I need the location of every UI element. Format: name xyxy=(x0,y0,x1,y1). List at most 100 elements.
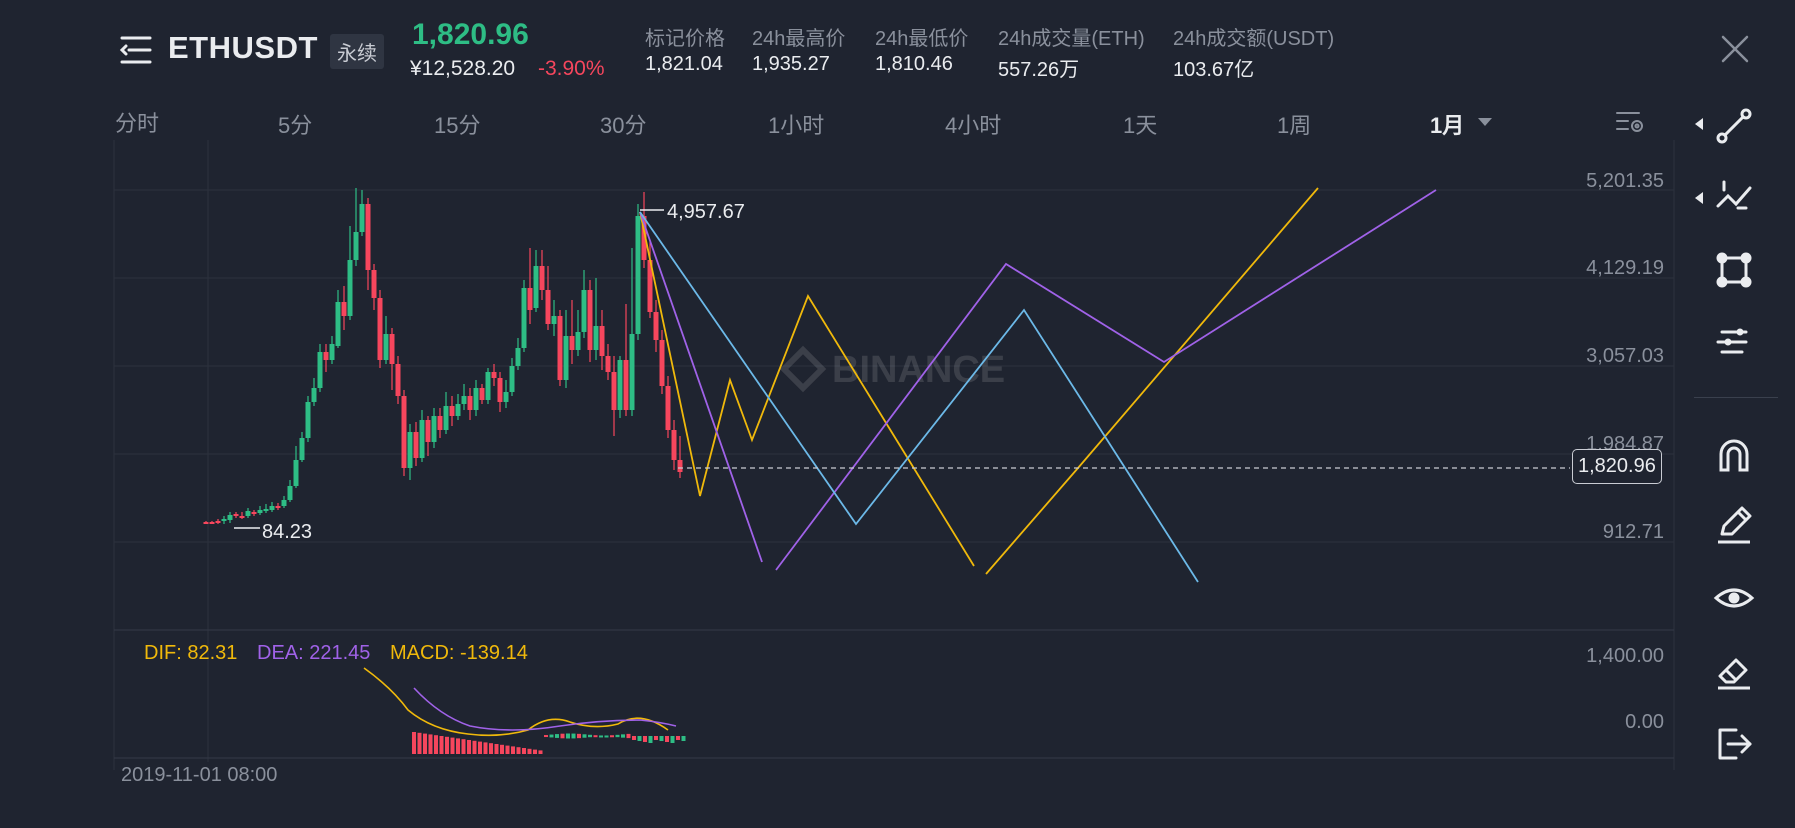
fib-tool-icon[interactable] xyxy=(1712,176,1756,220)
dif-label: DIF: 82.31 xyxy=(144,642,238,664)
low-marker: 84.23 xyxy=(234,521,312,543)
candle xyxy=(593,278,599,360)
macd-bar xyxy=(626,733,631,739)
macd-bar xyxy=(582,734,587,738)
chevron-down-icon[interactable] xyxy=(1478,118,1492,126)
macd-bar xyxy=(599,735,603,738)
candle xyxy=(533,250,539,312)
candle xyxy=(365,198,371,290)
candle xyxy=(521,280,527,352)
candle xyxy=(317,344,323,392)
candle xyxy=(227,512,233,523)
candle xyxy=(629,248,635,416)
macd-bar xyxy=(648,736,653,743)
tab-timeline[interactable]: 分时 xyxy=(115,106,159,138)
macd-y-label: 0.00 xyxy=(1625,711,1664,733)
candle xyxy=(575,310,581,356)
candle xyxy=(467,388,473,420)
drawn-line xyxy=(639,211,763,563)
eraser-icon[interactable] xyxy=(1712,648,1756,692)
candle xyxy=(341,286,347,330)
candle xyxy=(383,316,389,364)
macd-bar xyxy=(577,733,581,739)
candle xyxy=(443,392,449,434)
chart-settings-icon[interactable] xyxy=(1615,109,1645,135)
candle xyxy=(251,510,257,516)
candle xyxy=(359,190,365,236)
menu-icon[interactable] xyxy=(118,33,154,67)
candle xyxy=(587,280,593,362)
candle xyxy=(311,378,317,406)
macd-bar xyxy=(632,736,636,740)
close-icon[interactable] xyxy=(1718,32,1752,66)
turnover-24h-value: 103.67亿 xyxy=(1173,59,1255,81)
macd-bar xyxy=(681,736,686,741)
y-axis-label: 3,057.03 xyxy=(1586,345,1664,367)
candlesticks xyxy=(203,188,683,524)
candle xyxy=(257,506,263,515)
pencil-icon[interactable] xyxy=(1712,502,1756,546)
expand-arrow-icon[interactable] xyxy=(1695,118,1703,130)
candle xyxy=(581,270,587,338)
candle xyxy=(437,408,443,438)
drawn-lines xyxy=(639,187,1437,583)
low-24h-label: 24h最低价 xyxy=(875,28,969,50)
magnet-icon[interactable] xyxy=(1712,432,1756,476)
candle xyxy=(485,368,491,404)
candle xyxy=(635,204,641,340)
candle xyxy=(287,480,293,502)
macd-bar xyxy=(544,735,548,738)
macd-bar xyxy=(610,735,614,738)
macd-bar xyxy=(560,733,565,739)
tab-1M[interactable]: 1月 xyxy=(1430,108,1464,140)
candle xyxy=(611,356,617,436)
symbol-title[interactable]: ETHUSDT xyxy=(168,30,318,66)
exit-icon[interactable] xyxy=(1712,722,1756,766)
tab-30m[interactable]: 30分 xyxy=(600,108,646,140)
tab-1d[interactable]: 1天 xyxy=(1123,108,1157,140)
candle xyxy=(503,380,509,408)
candle xyxy=(347,226,353,320)
candle xyxy=(623,304,629,416)
macd-bar xyxy=(615,734,620,738)
candle xyxy=(395,356,401,404)
candle xyxy=(545,266,551,330)
macd-bar xyxy=(412,732,416,754)
expand-arrow-icon[interactable] xyxy=(1695,192,1703,204)
candle xyxy=(281,496,287,508)
macd-bar xyxy=(604,735,609,738)
volume-24h-label: 24h成交量(ETH) xyxy=(998,28,1145,50)
tab-5m[interactable]: 5分 xyxy=(278,108,312,140)
macd-bar xyxy=(511,746,515,754)
macd-bar xyxy=(461,739,466,754)
candle xyxy=(473,380,479,416)
candle xyxy=(425,416,431,456)
candle xyxy=(527,248,533,324)
candle xyxy=(515,338,521,370)
macd-bar xyxy=(555,734,559,738)
y-axis-label: 912.71 xyxy=(1603,521,1664,543)
candle xyxy=(239,512,245,519)
candle xyxy=(413,422,419,466)
macd-bar xyxy=(533,749,537,754)
shape-tool-icon[interactable] xyxy=(1712,248,1756,292)
kline-chart[interactable]: BINANCE 4,957.67 84.23 5,201.35 4,129.19… xyxy=(0,140,1680,780)
indicator-settings-icon[interactable] xyxy=(1712,320,1756,364)
candle xyxy=(677,436,683,478)
candle xyxy=(407,424,413,480)
macd-bar xyxy=(500,744,504,754)
tab-1w[interactable]: 1周 xyxy=(1277,108,1311,140)
tab-15m[interactable]: 15分 xyxy=(434,108,480,140)
candle xyxy=(509,358,515,396)
macd-bar xyxy=(670,736,675,743)
dif-line xyxy=(363,667,669,737)
candle xyxy=(455,394,461,420)
candle xyxy=(401,390,407,476)
candle xyxy=(221,516,227,524)
eye-icon[interactable] xyxy=(1712,576,1756,620)
high-24h-label: 24h最高价 xyxy=(752,28,846,50)
line-tool-icon[interactable] xyxy=(1712,104,1756,148)
tab-1h[interactable]: 1小时 xyxy=(768,108,824,140)
volume-24h-value: 557.26万 xyxy=(998,59,1080,81)
tab-4h[interactable]: 4小时 xyxy=(945,108,1001,140)
